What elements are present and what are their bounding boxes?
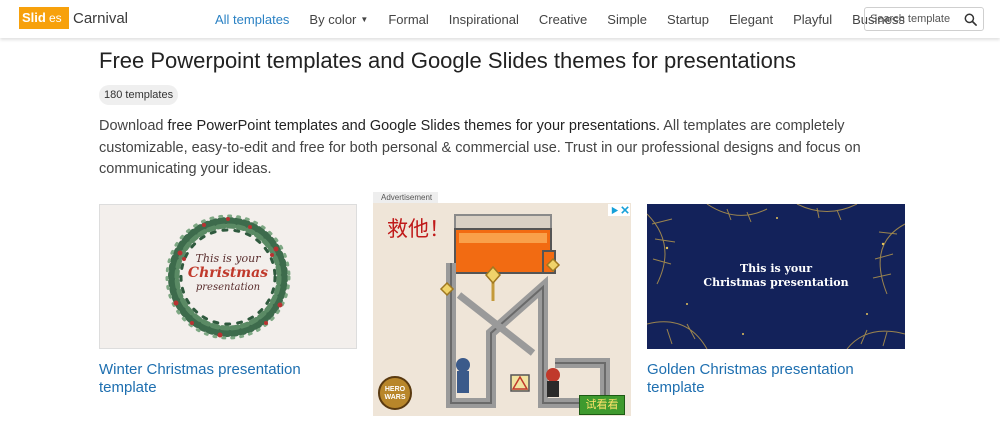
winter-thumb-text: This is your Christmas presentation	[100, 252, 356, 293]
golden-thumb-line1: This is your	[739, 262, 813, 275]
search-icon[interactable]	[964, 13, 977, 26]
template-card-golden: This is your Christmas presentation Gold…	[647, 204, 905, 397]
nav-startup[interactable]: Startup	[667, 12, 709, 27]
nav-all-templates[interactable]: All templates	[215, 12, 289, 27]
winter-thumb-line1: This is your	[195, 252, 261, 265]
search-input[interactable]	[870, 9, 960, 29]
site-header: Slid es Carnival All templates By color ▼…	[0, 0, 1000, 38]
ad-game-logo: HERO WARS	[384, 386, 406, 401]
intro-start: Download	[99, 118, 168, 134]
main-nav: All templates By color ▼ Formal Inspirati…	[215, 0, 925, 38]
template-title-link-golden[interactable]: Golden Christmas presentation template	[647, 361, 905, 397]
logo-part2: es	[49, 7, 69, 29]
nav-by-color[interactable]: By color ▼	[309, 12, 368, 27]
logo-mark: Slid es	[19, 7, 71, 29]
golden-thumb-line2: Christmas presentation	[703, 276, 849, 289]
nav-playful[interactable]: Playful	[793, 12, 832, 27]
nav-creative[interactable]: Creative	[539, 12, 587, 27]
template-card-winter: This is your Christmas presentation Wint…	[99, 204, 357, 397]
nav-formal[interactable]: Formal	[388, 12, 428, 27]
caret-down-icon: ▼	[360, 14, 369, 24]
ad-cta-button[interactable]: 试看看	[579, 395, 625, 415]
nav-elegant[interactable]: Elegant	[729, 12, 773, 27]
template-thumbnail-golden[interactable]: This is your Christmas presentation	[647, 204, 905, 349]
winter-thumb-line3: presentation	[195, 282, 261, 293]
advertisement-banner[interactable]: 救他！ HERO WARS 试看看	[373, 203, 631, 416]
nav-simple[interactable]: Simple	[607, 12, 647, 27]
intro-bold: free PowerPoint templates and Google Sli…	[167, 118, 660, 134]
search-box	[864, 7, 984, 31]
golden-thumb-text: This is your Christmas presentation	[647, 262, 905, 290]
logo-part1: Slid	[19, 7, 49, 29]
template-title-link-winter[interactable]: Winter Christmas presentation template	[99, 361, 357, 397]
advertisement-label: Advertisement	[373, 192, 439, 203]
nav-by-color-label: By color	[309, 11, 357, 27]
intro-text: Download free PowerPoint templates and G…	[99, 116, 879, 181]
page-title: Free Powerpoint templates and Google Sli…	[99, 48, 797, 73]
template-thumbnail-winter[interactable]: This is your Christmas presentation	[99, 204, 357, 349]
slidescarnival-logo[interactable]: Slid es Carnival	[19, 7, 128, 29]
ad-game-illustration	[378, 214, 610, 410]
template-count-badge: 180 templates	[99, 85, 179, 105]
winter-thumb-line2: Christmas	[187, 265, 269, 281]
logo-wordmark: Carnival	[73, 9, 129, 27]
nav-inspirational[interactable]: Inspirational	[449, 12, 519, 27]
